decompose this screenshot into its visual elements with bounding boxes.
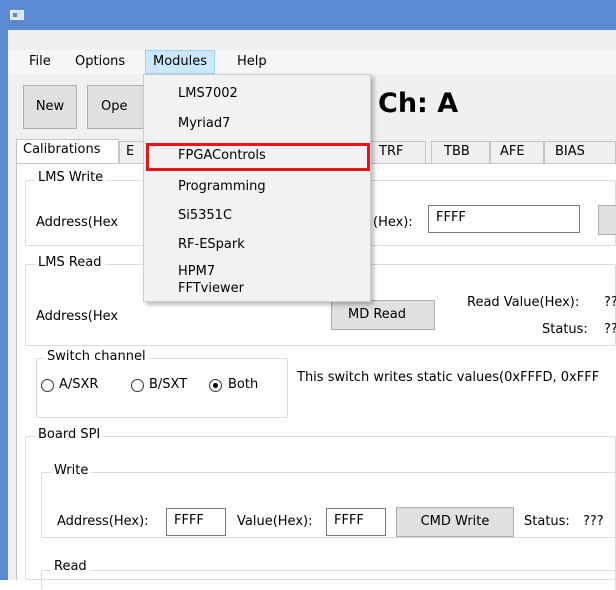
menu-file[interactable]: File xyxy=(22,50,58,74)
read-value-label: Read Value(Hex): xyxy=(467,295,580,310)
radio-a-sxr[interactable] xyxy=(41,379,54,392)
lms-write-address-label: Address(Hex xyxy=(36,215,119,230)
tab-afe[interactable]: AFE xyxy=(490,141,544,163)
lms-read-legend: LMS Read xyxy=(35,255,105,270)
menu-item-myriad7[interactable]: Myriad7 xyxy=(178,114,230,134)
spi-value-label: Value(Hex): xyxy=(237,514,313,529)
board-spi-read-group xyxy=(41,570,616,590)
menu-options[interactable]: Options xyxy=(68,50,132,74)
menu-modules[interactable]: Modules xyxy=(145,50,216,74)
lms-write-value-field[interactable]: FFFF xyxy=(428,205,580,233)
radio-b-sxt-label: B/SXT xyxy=(149,377,188,392)
tab-tbb[interactable]: TBB xyxy=(431,141,490,163)
cmd-write-button[interactable]: CMD Write xyxy=(396,507,514,537)
tab-calibrations[interactable]: Calibrations xyxy=(16,139,119,164)
read-status-label: Status: xyxy=(542,322,588,337)
new-button[interactable]: New xyxy=(23,85,77,129)
switch-channel-legend: Switch channel xyxy=(44,349,149,364)
open-button[interactable]: Ope xyxy=(87,85,147,129)
tab-bias[interactable]: BIAS xyxy=(544,141,616,163)
spi-value-field[interactable]: FFFF xyxy=(326,508,386,536)
radio-both-label: Both xyxy=(228,377,259,392)
tab-trf[interactable]: TRF xyxy=(370,141,426,163)
board-spi-read-legend: Read xyxy=(51,559,90,574)
menu-item-programming[interactable]: Programming xyxy=(178,177,266,197)
window-border xyxy=(0,30,8,580)
menu-item-lms7002[interactable]: LMS7002 xyxy=(178,84,238,104)
spi-status-label: Status: xyxy=(524,514,570,529)
lms-read-address-label: Address(Hex xyxy=(36,309,119,324)
menu-help[interactable]: Help xyxy=(230,50,274,74)
spi-address-field[interactable]: FFFF xyxy=(166,508,226,536)
lms-write-button[interactable] xyxy=(598,205,616,235)
title-bar xyxy=(0,0,616,30)
radio-a-sxr-label: A/SXR xyxy=(59,377,99,392)
menu-item-rf-espark[interactable]: RF-ESpark xyxy=(178,235,245,255)
app-icon xyxy=(10,10,24,20)
menu-item-fftviewer[interactable]: FFTviewer xyxy=(178,279,244,299)
radio-both[interactable] xyxy=(209,379,222,392)
spi-address-label: Address(Hex): xyxy=(57,514,149,529)
read-value: ?? xyxy=(604,295,616,310)
highlight-box xyxy=(146,143,370,171)
channel-title: Ch: A xyxy=(378,88,459,119)
lms-write-legend: LMS Write xyxy=(35,170,107,185)
read-status-value: ?? xyxy=(604,322,616,337)
board-spi-write-legend: Write xyxy=(51,463,92,478)
cmd-read-button[interactable]: MD Read xyxy=(331,300,435,330)
switch-channel-note: This switch writes static values(0xFFFD,… xyxy=(297,370,600,385)
lms-write-value-label: (Hex): xyxy=(373,215,413,230)
spi-status-value: ??? xyxy=(583,514,604,529)
radio-b-sxt[interactable] xyxy=(131,379,144,392)
board-spi-legend: Board SPI xyxy=(35,427,104,442)
menu-item-si5351c[interactable]: Si5351C xyxy=(178,206,232,226)
